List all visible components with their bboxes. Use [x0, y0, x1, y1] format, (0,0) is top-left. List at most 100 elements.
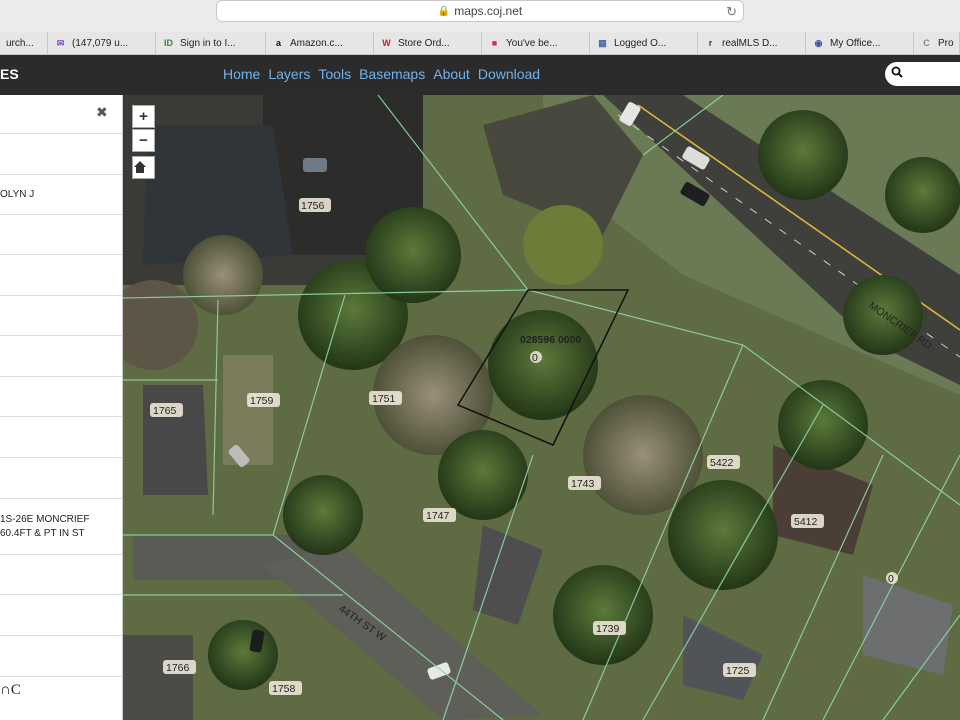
svg-text:1758: 1758	[272, 683, 296, 695]
svg-text:1759: 1759	[250, 395, 274, 407]
walgreens-icon: W	[382, 38, 391, 48]
nav-basemaps[interactable]: Basemaps	[359, 66, 425, 82]
bookmark-item[interactable]: ■ You've be...	[482, 32, 590, 55]
house-1765	[143, 385, 208, 495]
info-row	[0, 555, 122, 595]
url-text: maps.coj.net	[454, 4, 523, 18]
svg-text:1766: 1766	[166, 662, 190, 674]
zoom-out-button[interactable]: −	[132, 129, 155, 152]
address-label: 1758	[269, 681, 302, 695]
info-row	[0, 296, 122, 336]
shield-icon: ◉	[814, 38, 823, 48]
bookmark-label: (147,079 u...	[72, 38, 129, 49]
house-1766	[123, 635, 193, 720]
bookmark-label: Amazon.c...	[290, 38, 343, 49]
c-icon: C	[923, 38, 930, 48]
search-input[interactable]	[885, 62, 960, 86]
nav-tools[interactable]: Tools	[318, 66, 351, 82]
address-label: 1756	[299, 198, 331, 212]
reload-icon[interactable]: ↻	[726, 4, 737, 20]
svg-text:1747: 1747	[426, 510, 450, 522]
parcel-zero-label: 0	[532, 352, 538, 364]
address-label: 1751	[369, 391, 402, 405]
browser-toolbar: 🔒 maps.coj.net ↻	[0, 0, 960, 32]
svg-text:1751: 1751	[372, 393, 396, 405]
app-header: ES Home Layers Tools Basemaps About Down…	[0, 55, 960, 95]
yard-1759	[223, 355, 273, 465]
app-logo-text: ES	[0, 66, 19, 82]
address-label: 1766	[163, 660, 196, 674]
bookmark-item[interactable]: ◉ My Office...	[806, 32, 914, 55]
bookmark-label: Pro	[938, 38, 954, 49]
bookmark-item[interactable]: ✉ (147,079 u...	[48, 32, 156, 55]
legal-line-2: 60.4FT & PT IN ST	[0, 528, 85, 539]
address-label: 1739	[593, 621, 626, 635]
bookmarks-bar: urch... ✉ (147,079 u... ID Sign in to I... a A…	[0, 32, 960, 55]
nav-download[interactable]: Download	[478, 66, 540, 82]
owner-row: OLYN J	[0, 175, 122, 215]
address-label: 1743	[568, 476, 601, 490]
bookmark-item[interactable]: r realMLS D...	[698, 32, 806, 55]
bookmark-item[interactable]: ▦ Logged O...	[590, 32, 698, 55]
close-icon[interactable]: ✖	[96, 105, 108, 119]
address-bar[interactable]: 🔒 maps.coj.net ↻	[216, 0, 744, 22]
grid-icon: ▦	[598, 38, 607, 48]
panel-header: ✖	[0, 95, 122, 134]
svg-text:0: 0	[888, 573, 894, 585]
address-label: 1725	[723, 663, 756, 677]
nav-home[interactable]: Home	[223, 66, 260, 82]
svg-text:5422: 5422	[710, 457, 734, 469]
search-icon	[891, 66, 903, 78]
zoom-in-button[interactable]: +	[132, 105, 155, 128]
legal-line-1: 1S-26E MONCRIEF	[0, 514, 90, 525]
bookmark-item[interactable]: a Amazon.c...	[266, 32, 374, 55]
bookmark-label: Store Ord...	[398, 38, 450, 49]
address-label: 5422	[707, 455, 740, 469]
map-canvas[interactable]: 028596 0000 0 MONCRIEF RD 44TH ST W 1756…	[123, 95, 960, 720]
mail-icon: ✉	[56, 38, 65, 48]
bookmark-item[interactable]: ID Sign in to I...	[156, 32, 266, 55]
info-row	[0, 134, 122, 175]
info-row	[0, 377, 122, 417]
app-icon: ■	[491, 38, 498, 48]
home-icon	[134, 161, 146, 173]
owner-name: OLYN J	[0, 189, 35, 200]
bookmark-label: You've be...	[506, 38, 558, 49]
lock-icon: 🔒	[437, 5, 451, 17]
legal-description-row: 1S-26E MONCRIEF 60.4FT & PT IN ST	[0, 499, 122, 555]
bookmark-item[interactable]: urch...	[0, 32, 48, 55]
aerial-map[interactable]: 028596 0000 0 MONCRIEF RD 44TH ST W 1756…	[123, 95, 960, 720]
bookmark-item[interactable]: C Pro	[914, 32, 960, 55]
svg-text:5412: 5412	[794, 516, 818, 528]
info-row	[0, 417, 122, 458]
parcel-info-panel: ✖ OLYN J 1S-26E MONCRIEF 60.4FT & PT IN …	[0, 95, 123, 720]
info-row	[0, 215, 122, 255]
svg-text:1743: 1743	[571, 478, 595, 490]
amazon-icon: a	[275, 38, 281, 48]
svg-text:1725: 1725	[726, 665, 750, 677]
parcel-id-label: 028596 0000	[520, 334, 581, 346]
address-label: 1765	[150, 403, 183, 417]
info-row	[0, 636, 122, 677]
nav-about[interactable]: About	[433, 66, 470, 82]
main-nav: Home Layers Tools Basemaps About Downloa…	[223, 66, 548, 82]
info-row	[0, 255, 122, 296]
address-label: 1759	[247, 393, 280, 407]
bookmark-item[interactable]: W Store Ord...	[374, 32, 482, 55]
bookmark-label: My Office...	[830, 38, 881, 49]
svg-text:1739: 1739	[596, 623, 620, 635]
bookmark-label: Logged O...	[614, 38, 667, 49]
svg-text:1756: 1756	[301, 200, 325, 212]
info-row	[0, 595, 122, 636]
bookmark-label: realMLS D...	[722, 38, 778, 49]
home-extent-button[interactable]	[132, 156, 155, 179]
info-row	[0, 336, 122, 377]
bookmark-label: urch...	[6, 38, 34, 49]
svg-text:1765: 1765	[153, 405, 177, 417]
realmls-icon: r	[708, 38, 713, 48]
address-label: 1747	[423, 508, 456, 522]
bookmark-label: Sign in to I...	[180, 38, 236, 49]
footer-text: ∩C	[0, 682, 21, 698]
nav-layers[interactable]: Layers	[268, 66, 310, 82]
id-icon: ID	[164, 38, 173, 48]
